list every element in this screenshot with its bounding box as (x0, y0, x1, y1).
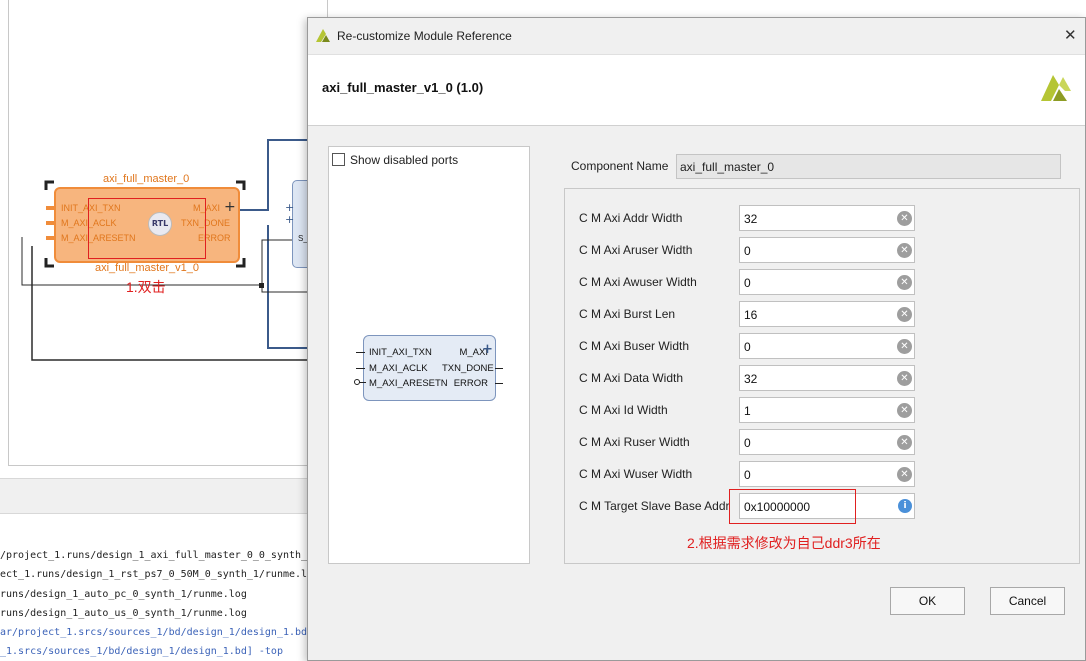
show-disabled-ports-label: Show disabled ports (350, 153, 459, 167)
vivado-brand-logo-icon (1041, 75, 1071, 101)
clear-icon[interactable]: ✕ (897, 243, 912, 258)
symbol-pin-line (495, 368, 503, 369)
dialog-header: axi_full_master_v1_0 (1.0) (308, 54, 1085, 126)
param-label-burst-len: C M Axi Burst Len (579, 307, 676, 321)
param-label-id-width: C M Axi Id Width (579, 403, 668, 417)
symbol-pin-line (356, 368, 365, 369)
highlight-box-block (88, 198, 206, 259)
clear-icon[interactable]: ✕ (897, 435, 912, 450)
expand-plus-icon[interactable]: + (224, 199, 236, 215)
clear-icon[interactable]: ✕ (897, 211, 912, 226)
symbol-left-pins: INIT_AXI_TXN M_AXI_ACLK M_AXI_ARESETN (369, 345, 448, 392)
param-input-addr-width[interactable]: 32 (739, 205, 915, 231)
dialog-title: Re-customize Module Reference (337, 29, 512, 43)
close-icon[interactable]: ✕ (1064, 26, 1077, 44)
param-label-awuser-width: C M Axi Awuser Width (579, 275, 697, 289)
reset-bubble-icon (354, 379, 360, 385)
log-line: ar/project_1.srcs/sources_1/bd/design_1/… (0, 627, 314, 638)
param-input-data-width[interactable]: 32 (739, 365, 915, 391)
param-label-buser-width: C M Axi Buser Width (579, 339, 690, 353)
annotation-double-click: 1.双击 (126, 279, 166, 295)
interconnect-plus-icon[interactable]: + + (285, 202, 294, 226)
pin-stub (46, 236, 54, 240)
pin-stub (46, 221, 54, 225)
cancel-button[interactable]: Cancel (990, 587, 1065, 615)
log-line: ect_1.runs/design_1_rst_ps7_0_50M_0_synt… (0, 569, 308, 580)
panel-splitter[interactable] (0, 478, 320, 514)
ok-button[interactable]: OK (890, 587, 965, 615)
param-label-ruser-width: C M Axi Ruser Width (579, 435, 690, 449)
block-module-name: axi_full_master_v1_0 (95, 262, 199, 274)
symbol-pin-txn-done: TXN_DONE (442, 362, 494, 374)
symbol-pin-init-axi-txn: INIT_AXI_TXN (369, 347, 432, 358)
block-design-canvas[interactable]: axi_full_master_0 INIT_AXI_TXN M_AXI_ACL… (0, 0, 328, 478)
pin-stub (46, 206, 54, 210)
show-disabled-ports-checkbox[interactable] (332, 153, 345, 166)
parameters-panel: C M Axi Addr Width 32 ✕ C M Axi Aruser W… (564, 188, 1080, 564)
header-title: axi_full_master_v1_0 (1.0) (322, 80, 484, 95)
param-input-awuser-width[interactable]: 0 (739, 269, 915, 295)
highlight-box-base-addr (729, 489, 856, 524)
symbol-pin-line (356, 352, 365, 353)
param-label-target-slave-base-addr: C M Target Slave Base Addr (579, 499, 730, 513)
log-line: runs/design_1_auto_pc_0_synth_1/runme.lo… (0, 589, 247, 600)
log-line: runs/design_1_auto_us_0_synth_1/runme.lo… (0, 608, 247, 619)
clear-icon[interactable]: ✕ (897, 467, 912, 482)
clear-icon[interactable]: ✕ (897, 371, 912, 386)
symbol-pin-m-axi-aresetn: M_AXI_ARESETN (369, 378, 448, 389)
param-input-buser-width[interactable]: 0 (739, 333, 915, 359)
param-label-data-width: C M Axi Data Width (579, 371, 684, 385)
param-label-aruser-width: C M Axi Aruser Width (579, 243, 693, 257)
param-label-addr-width: C M Axi Addr Width (579, 211, 683, 225)
param-input-wuser-width[interactable]: 0 (739, 461, 915, 487)
recustomize-module-dialog: Re-customize Module Reference ✕ axi_full… (307, 17, 1086, 661)
info-icon[interactable]: i (898, 499, 912, 513)
vivado-main-window: axi_full_master_0 INIT_AXI_TXN M_AXI_ACL… (0, 0, 1086, 661)
symbol-expand-plus-icon[interactable]: + (482, 342, 493, 357)
log-line: _1.srcs/sources_1/bd/design_1/design_1.b… (0, 646, 283, 657)
param-input-aruser-width[interactable]: 0 (739, 237, 915, 263)
clear-icon[interactable]: ✕ (897, 275, 912, 290)
component-name-label: Component Name (571, 159, 669, 173)
symbol-pin-m-axi-aclk: M_AXI_ACLK (369, 362, 428, 374)
clear-icon[interactable]: ✕ (897, 307, 912, 322)
symbol-panel: Show disabled ports INIT_AXI_TXN M_AXI_A… (328, 146, 530, 564)
param-input-id-width[interactable]: 1 (739, 397, 915, 423)
param-input-ruser-width[interactable]: 0 (739, 429, 915, 455)
annotation-modify-ddr3: 2.根据需求修改为自己ddr3所在 (687, 535, 881, 551)
vivado-logo-icon (316, 29, 330, 42)
symbol-pin-error: ERROR (453, 378, 488, 389)
param-label-wuser-width: C M Axi Wuser Width (579, 467, 693, 481)
symbol-pin-line (495, 383, 503, 384)
component-name-field[interactable]: axi_full_master_0 (676, 154, 1061, 179)
log-line: /project_1.runs/design_1_axi_full_master… (0, 550, 314, 561)
dialog-titlebar[interactable]: Re-customize Module Reference ✕ (308, 18, 1085, 54)
param-input-burst-len[interactable]: 16 (739, 301, 915, 327)
clear-icon[interactable]: ✕ (897, 403, 912, 418)
clear-icon[interactable]: ✕ (897, 339, 912, 354)
